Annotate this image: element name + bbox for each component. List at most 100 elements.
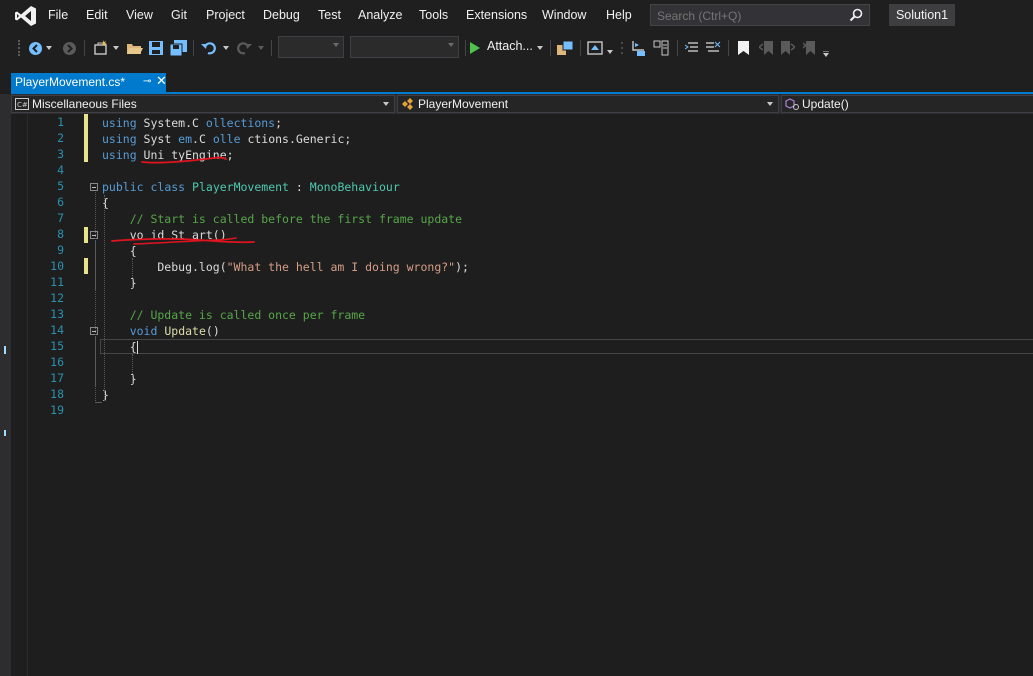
- line-number: 18: [50, 387, 64, 401]
- next-bookmark-icon[interactable]: [779, 38, 797, 58]
- menu-edit[interactable]: Edit: [86, 8, 108, 22]
- fold-guide-start: [95, 240, 96, 290]
- browser-link-icon[interactable]: [556, 38, 574, 58]
- line-number: 12: [50, 291, 64, 305]
- undo-icon[interactable]: [200, 38, 218, 58]
- code-line[interactable]: vo id St art(): [102, 227, 227, 243]
- document-outline-icon[interactable]: [652, 38, 670, 58]
- attach-button[interactable]: Attach...: [487, 39, 533, 53]
- chevron-down-icon[interactable]: [222, 38, 230, 58]
- code-line[interactable]: using Uni tyEngine;: [102, 147, 234, 163]
- code-line[interactable]: // Start is called before the first fram…: [102, 211, 462, 227]
- scroll-marker: [4, 346, 6, 354]
- menu-help[interactable]: Help: [606, 8, 632, 22]
- menu-file[interactable]: File: [48, 8, 68, 22]
- current-line-highlight: [100, 339, 1033, 354]
- clear-bookmarks-icon[interactable]: [801, 38, 819, 58]
- solution-explorer-icon[interactable]: [586, 38, 604, 58]
- toolbar-grip[interactable]: [18, 40, 22, 56]
- menu-analyze[interactable]: Analyze: [358, 8, 402, 22]
- step-over-icon[interactable]: [630, 38, 648, 58]
- comment-lines-icon[interactable]: [683, 38, 701, 58]
- code-token: using: [102, 132, 137, 146]
- code-line[interactable]: Debug.log("What the hell am I doing wron…: [102, 259, 469, 275]
- code-line[interactable]: {: [102, 243, 137, 259]
- code-token: Update: [164, 324, 206, 338]
- chevron-down-icon[interactable]: [257, 38, 265, 58]
- code-line[interactable]: public class PlayerMovement : MonoBehavi…: [102, 179, 400, 195]
- solution-platforms-dropdown[interactable]: [350, 36, 459, 58]
- menu-debug[interactable]: Debug: [263, 8, 300, 22]
- change-marker: [84, 114, 88, 162]
- member-dropdown[interactable]: Update(): [781, 95, 1033, 113]
- tab-player-movement[interactable]: PlayerMovement.cs* ⊸ ✕: [11, 73, 167, 92]
- project-name: Miscellaneous Files: [32, 97, 137, 111]
- code-line[interactable]: void Update(): [102, 323, 220, 339]
- previous-bookmark-icon[interactable]: [757, 38, 775, 58]
- menu-view[interactable]: View: [126, 8, 153, 22]
- line-number: 1: [57, 115, 64, 129]
- type-dropdown[interactable]: PlayerMovement: [397, 95, 779, 113]
- menu-tools[interactable]: Tools: [419, 8, 448, 22]
- line-number: 9: [57, 243, 64, 257]
- menu-test[interactable]: Test: [318, 8, 341, 22]
- csharp-file-icon: C#: [15, 98, 29, 110]
- code-line[interactable]: using Syst em.C olle ctions.Generic;: [102, 131, 351, 147]
- toolbar-separator: [193, 40, 194, 56]
- visual-studio-logo-icon[interactable]: [14, 5, 38, 27]
- code-line[interactable]: using System.C ollections;: [102, 115, 282, 131]
- search-icon: [849, 8, 863, 22]
- tab-label: PlayerMovement.cs*: [15, 75, 126, 89]
- code-editor[interactable]: [0, 114, 1033, 676]
- member-name: Update(): [802, 97, 849, 111]
- solution-configurations-dropdown[interactable]: [278, 36, 344, 58]
- chevron-down-icon[interactable]: [606, 42, 614, 62]
- chevron-down-icon[interactable]: [536, 38, 544, 58]
- code-line[interactable]: // Update is called once per frame: [102, 307, 365, 323]
- fold-guide-update: [95, 336, 96, 386]
- indent-guide: [104, 195, 105, 401]
- code-token: // Update is called once per frame: [102, 308, 366, 322]
- bookmark-icon[interactable]: [734, 38, 752, 58]
- search-input[interactable]: [655, 7, 839, 25]
- solution-name-badge[interactable]: Solution1: [889, 4, 955, 26]
- code-token: using: [102, 116, 137, 130]
- line-number: 16: [50, 355, 64, 369]
- fold-guide-class: [95, 192, 102, 403]
- navigate-back-icon[interactable]: [27, 38, 43, 58]
- class-icon: [402, 98, 413, 110]
- project-dropdown[interactable]: C# Miscellaneous Files: [11, 95, 395, 113]
- redo-icon[interactable]: [235, 38, 253, 58]
- save-all-icon[interactable]: [169, 38, 187, 58]
- menu-git[interactable]: Git: [171, 8, 187, 22]
- play-icon[interactable]: [468, 38, 482, 58]
- close-icon[interactable]: ✕: [156, 74, 167, 89]
- line-number: 5: [57, 179, 64, 193]
- search-box[interactable]: [650, 4, 870, 26]
- uncomment-lines-icon[interactable]: [704, 38, 722, 58]
- pin-icon[interactable]: ⊸: [143, 76, 151, 87]
- editor-left-margin: [0, 114, 11, 676]
- new-project-icon[interactable]: [92, 38, 110, 58]
- menu-project[interactable]: Project: [206, 8, 245, 22]
- glyph-margin[interactable]: [11, 114, 27, 676]
- toolbar-options-icon[interactable]: [821, 44, 831, 64]
- line-number: 8: [57, 227, 64, 241]
- toolbar-separator: [271, 40, 272, 56]
- code-token: {: [102, 244, 137, 258]
- open-folder-icon[interactable]: [125, 38, 143, 58]
- code-token: (): [205, 324, 220, 338]
- save-icon[interactable]: [148, 38, 164, 58]
- chevron-down-icon[interactable]: [112, 38, 120, 58]
- chevron-down-icon: [383, 102, 389, 106]
- toolbar-separator: [580, 40, 581, 56]
- menu-extensions[interactable]: Extensions: [466, 8, 527, 22]
- code-token: );: [455, 260, 469, 274]
- text-caret: [137, 341, 138, 354]
- menu-window[interactable]: Window: [542, 8, 586, 22]
- code-token: ;: [275, 116, 283, 130]
- navigate-forward-icon[interactable]: [61, 38, 77, 58]
- collapse-class-toggle[interactable]: [90, 183, 98, 191]
- chevron-down-icon[interactable]: [45, 38, 53, 58]
